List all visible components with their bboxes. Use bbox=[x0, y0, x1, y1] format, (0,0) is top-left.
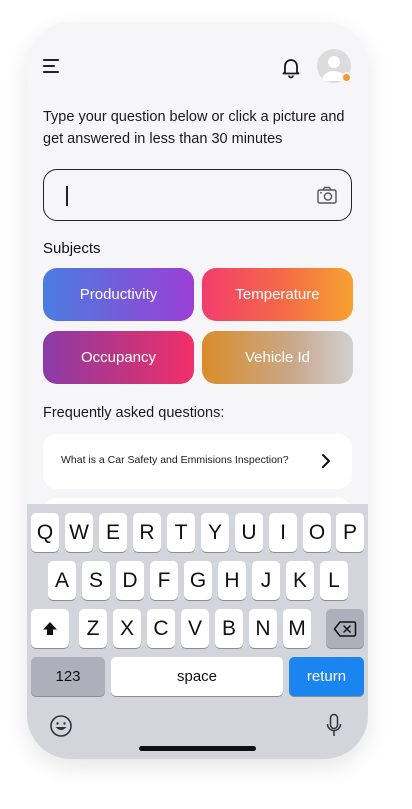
key-b[interactable]: B bbox=[215, 609, 243, 648]
key-p[interactable]: P bbox=[336, 513, 364, 552]
key-n[interactable]: N bbox=[249, 609, 277, 648]
key-y[interactable]: Y bbox=[201, 513, 229, 552]
subject-vehicle-id-button[interactable]: Vehicle Id bbox=[202, 331, 353, 384]
faq-heading: Frequently asked questions: bbox=[43, 405, 225, 421]
menu-icon-line bbox=[43, 65, 55, 67]
menu-icon-line bbox=[43, 71, 59, 73]
shift-key[interactable] bbox=[31, 609, 69, 648]
backspace-key[interactable] bbox=[326, 609, 364, 648]
on-screen-keyboard: Q W E R T Y U I O P A S D F G H J K L Z … bbox=[27, 504, 368, 759]
key-z[interactable]: Z bbox=[79, 609, 107, 648]
faq-question: What is a Car Safety and Emmisions Inspe… bbox=[61, 454, 289, 466]
key-u[interactable]: U bbox=[235, 513, 263, 552]
chevron-right-icon bbox=[322, 454, 330, 468]
key-v[interactable]: V bbox=[181, 609, 209, 648]
prompt-text: Type your question below or click a pict… bbox=[43, 109, 345, 147]
subject-temperature-button[interactable]: Temperature bbox=[202, 268, 353, 321]
key-l[interactable]: L bbox=[320, 561, 348, 600]
subjects-heading: Subjects bbox=[43, 240, 101, 257]
numbers-key[interactable]: 123 bbox=[31, 657, 105, 696]
subject-occupancy-button[interactable]: Occupancy bbox=[43, 331, 194, 384]
key-m[interactable]: M bbox=[283, 609, 311, 648]
key-c[interactable]: C bbox=[147, 609, 175, 648]
key-j[interactable]: J bbox=[252, 561, 280, 600]
avatar-status-badge bbox=[341, 72, 352, 83]
faq-item[interactable]: What is a Car Safety and Emmisions Inspe… bbox=[43, 434, 352, 489]
key-r[interactable]: R bbox=[133, 513, 161, 552]
key-q[interactable]: Q bbox=[31, 513, 59, 552]
key-t[interactable]: T bbox=[167, 513, 195, 552]
key-k[interactable]: K bbox=[286, 561, 314, 600]
subject-productivity-button[interactable]: Productivity bbox=[43, 268, 194, 321]
key-g[interactable]: G bbox=[184, 561, 212, 600]
key-e[interactable]: E bbox=[99, 513, 127, 552]
key-o[interactable]: O bbox=[303, 513, 331, 552]
return-key[interactable]: return bbox=[289, 657, 364, 696]
key-w[interactable]: W bbox=[65, 513, 93, 552]
menu-icon-line bbox=[43, 59, 59, 61]
microphone-icon[interactable] bbox=[326, 713, 342, 739]
key-d[interactable]: D bbox=[116, 561, 144, 600]
key-f[interactable]: F bbox=[150, 561, 178, 600]
key-a[interactable]: A bbox=[48, 561, 76, 600]
question-input[interactable] bbox=[43, 169, 352, 221]
key-h[interactable]: H bbox=[218, 561, 246, 600]
text-caret bbox=[66, 186, 68, 206]
menu-button[interactable] bbox=[43, 58, 63, 76]
key-s[interactable]: S bbox=[82, 561, 110, 600]
camera-icon[interactable] bbox=[316, 184, 338, 206]
space-key[interactable]: space bbox=[111, 657, 283, 696]
emoji-icon[interactable] bbox=[49, 714, 73, 738]
phone-screen: Type your question below or click a pict… bbox=[27, 22, 368, 759]
bell-icon[interactable] bbox=[279, 55, 303, 79]
key-i[interactable]: I bbox=[269, 513, 297, 552]
backspace-icon bbox=[333, 620, 357, 637]
home-indicator bbox=[139, 746, 256, 751]
shift-icon bbox=[43, 621, 57, 635]
key-x[interactable]: X bbox=[113, 609, 141, 648]
